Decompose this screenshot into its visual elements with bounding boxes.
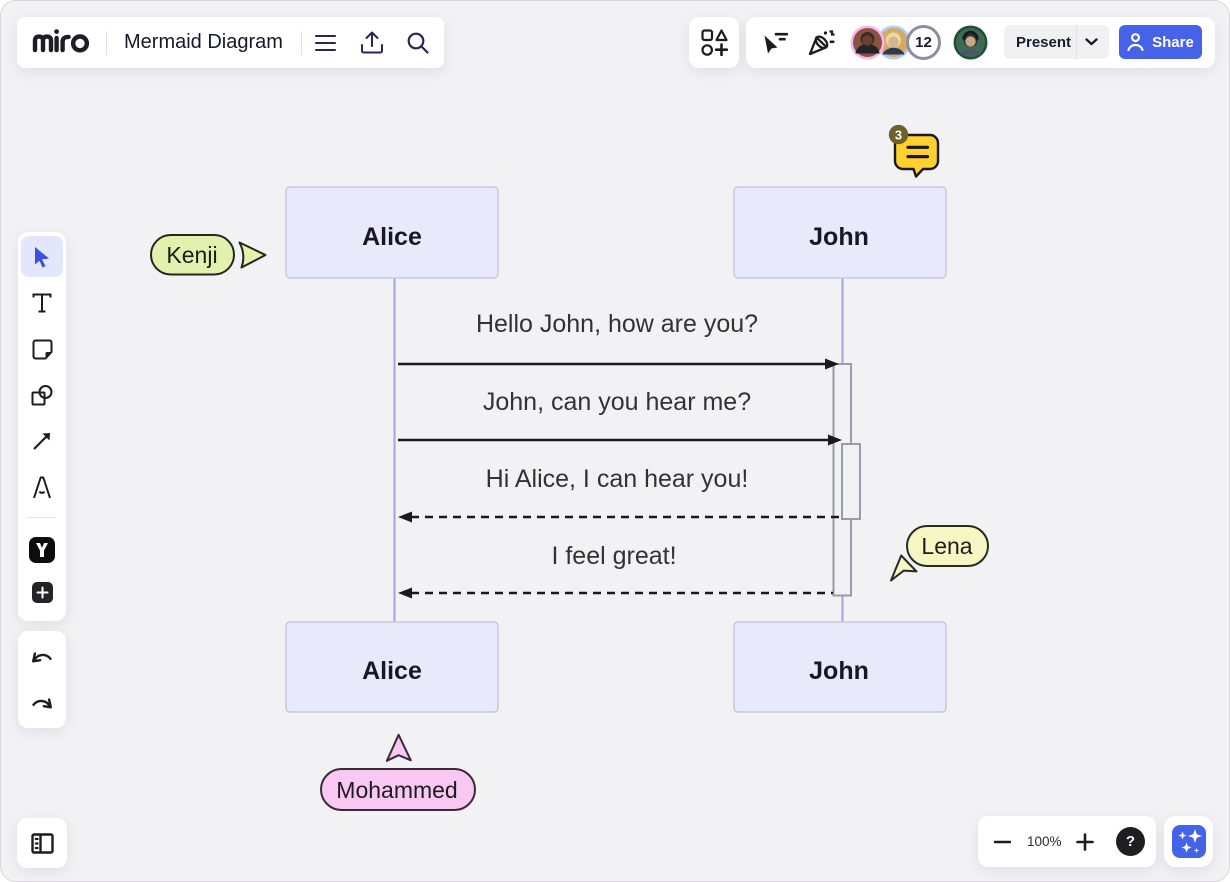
svg-text:Hello John, how are you?: Hello John, how are you? xyxy=(476,310,758,338)
svg-text:Lena: Lena xyxy=(921,533,972,559)
svg-text:John: John xyxy=(809,223,869,251)
svg-text:Alice: Alice xyxy=(362,223,422,251)
svg-text:John, can you hear me?: John, can you hear me? xyxy=(483,388,751,416)
svg-text:I feel great!: I feel great! xyxy=(551,542,676,570)
svg-text:Kenji: Kenji xyxy=(166,242,217,268)
svg-text:Mohammed: Mohammed xyxy=(336,777,457,803)
svg-text:3: 3 xyxy=(895,127,902,142)
svg-text:Alice: Alice xyxy=(362,657,422,685)
svg-text:John: John xyxy=(809,657,869,685)
svg-text:Hi Alice, I can hear you!: Hi Alice, I can hear you! xyxy=(486,465,749,493)
